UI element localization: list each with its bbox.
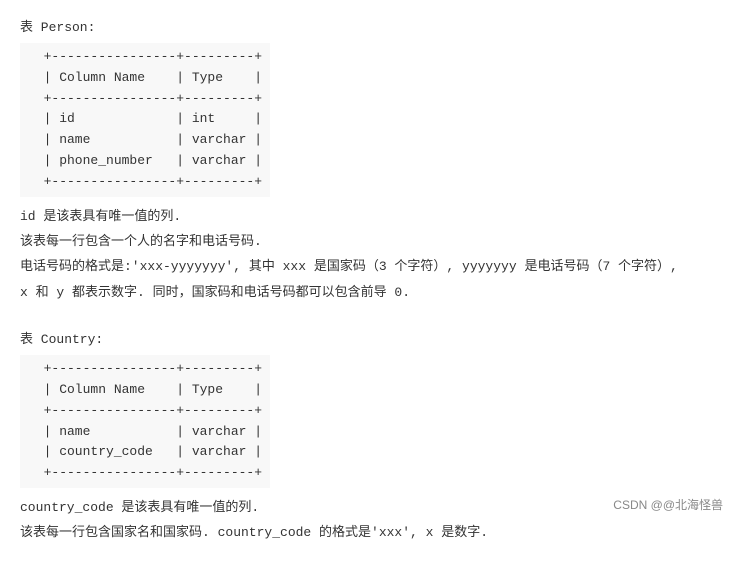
person-description: id 是该表具有唯一值的列. 该表每一行包含一个人的名字和电话号码. 电话号码的… bbox=[20, 205, 719, 305]
watermark: CSDN @@北海怪兽 bbox=[613, 496, 723, 513]
person-table: +----------------+---------+ | Column Na… bbox=[20, 43, 270, 197]
person-desc-3: 电话号码的格式是:'xxx-yyyyyyy', 其中 xxx 是国家码（3 个字… bbox=[20, 255, 719, 278]
country-section-title: 表 Country: bbox=[20, 328, 719, 347]
person-desc-2: 该表每一行包含一个人的名字和电话号码. bbox=[20, 230, 719, 253]
person-section: 表 Person: +----------------+---------+ |… bbox=[20, 16, 719, 304]
person-desc-1: id 是该表具有唯一值的列. bbox=[20, 205, 719, 228]
country-table: +----------------+---------+ | Column Na… bbox=[20, 355, 270, 488]
country-desc-2: 该表每一行包含国家名和国家码. country_code 的格式是'xxx', … bbox=[20, 521, 719, 544]
person-section-title: 表 Person: bbox=[20, 16, 719, 35]
person-desc-4: x 和 y 都表示数字. 同时，国家码和电话号码都可以包含前导 0. bbox=[20, 281, 719, 304]
